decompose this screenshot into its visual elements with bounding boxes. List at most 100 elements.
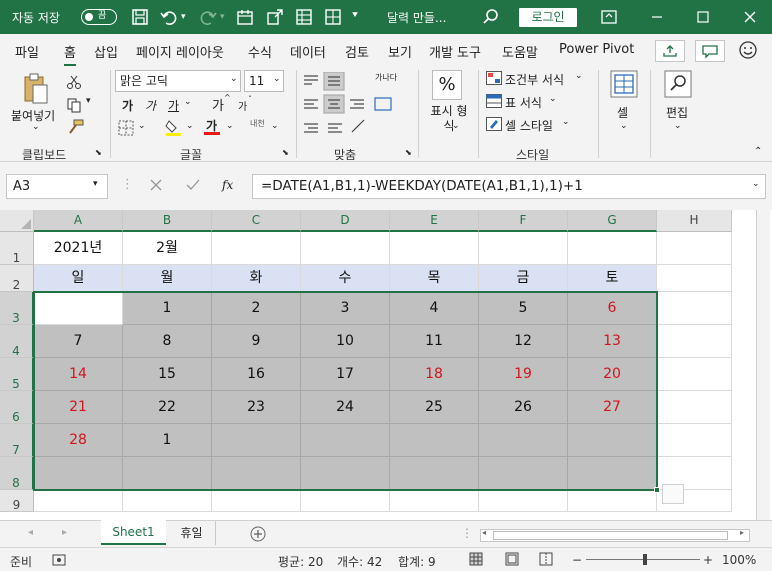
column-header-f[interactable]: F <box>479 210 568 232</box>
cell-a2[interactable]: 일 <box>34 265 123 292</box>
font-color-button[interactable]: 가 <box>204 117 220 137</box>
tab-formulas[interactable]: 수식 <box>248 42 272 61</box>
column-header-e[interactable]: E <box>390 210 479 232</box>
cell-e9[interactable] <box>390 490 479 512</box>
copy-dropdown-icon[interactable]: ▾ <box>86 96 91 106</box>
column-header-a[interactable]: A <box>34 210 123 232</box>
row-header-6[interactable]: 6 <box>0 391 34 424</box>
cell-h4[interactable] <box>657 325 732 358</box>
page-layout-view-icon[interactable] <box>505 552 519 566</box>
cell-styles-dropdown-icon[interactable]: ⌄ <box>562 117 570 127</box>
zoom-slider-thumb[interactable] <box>643 554 647 565</box>
cell-d1[interactable] <box>301 232 390 265</box>
cell-b7[interactable]: 1 <box>123 424 212 457</box>
clipboard-launcher-icon[interactable]: ⬊ <box>95 148 102 157</box>
normal-view-icon[interactable] <box>469 552 483 566</box>
fill-color-icon[interactable] <box>165 118 183 136</box>
cell-e5[interactable]: 18 <box>390 358 479 391</box>
status-average[interactable]: 평균: 20 <box>278 553 323 570</box>
cell-g7[interactable] <box>568 424 657 457</box>
cell-h5[interactable] <box>657 358 732 391</box>
column-header-d[interactable]: D <box>301 210 390 232</box>
column-header-b[interactable]: B <box>123 210 212 232</box>
borders-dropdown-icon[interactable]: ⌄ <box>138 121 146 131</box>
row-header-8[interactable]: 8 <box>0 457 34 490</box>
column-header-c[interactable]: C <box>212 210 301 232</box>
vertical-scrollbar[interactable] <box>756 210 770 520</box>
tab-data[interactable]: 데이터 <box>290 42 326 61</box>
borders-icon[interactable] <box>118 120 134 136</box>
next-sheet-icon[interactable]: ▸ <box>62 527 67 538</box>
cell-e4[interactable]: 11 <box>390 325 479 358</box>
cell-a7[interactable]: 28 <box>34 424 123 457</box>
grid-icon[interactable] <box>295 8 313 26</box>
cell-a6[interactable]: 21 <box>34 391 123 424</box>
tab-developer[interactable]: 개발 도구 <box>429 42 481 61</box>
font-color-dropdown-icon[interactable]: ⌄ <box>226 121 234 131</box>
cell-g2[interactable]: 토 <box>568 265 657 292</box>
phonetic-dropdown-icon[interactable]: ⌄ <box>271 121 279 131</box>
copy-icon[interactable] <box>66 97 82 113</box>
cell-f3[interactable]: 5 <box>479 292 568 325</box>
cell-f4[interactable]: 12 <box>479 325 568 358</box>
font-launcher-icon[interactable]: ⬊ <box>282 148 289 157</box>
export-icon[interactable] <box>266 8 284 26</box>
grow-font-button[interactable]: 가 <box>212 95 224 114</box>
row-header-1[interactable]: 1 <box>0 232 34 265</box>
cell-d3[interactable]: 3 <box>301 292 390 325</box>
cell-a8[interactable] <box>34 457 123 490</box>
number-format-button[interactable]: % <box>432 70 462 100</box>
font-name-select[interactable]: 맑은 고딕 <box>115 70 241 92</box>
cell-g8[interactable] <box>568 457 657 490</box>
fill-handle[interactable] <box>654 487 660 493</box>
column-header-h[interactable]: H <box>657 210 732 232</box>
cell-b6[interactable]: 22 <box>123 391 212 424</box>
zoom-level[interactable]: 100% <box>722 553 756 567</box>
cell-d2[interactable]: 수 <box>301 265 390 292</box>
zoom-in-button[interactable]: + <box>703 553 713 567</box>
tab-file[interactable]: 파일 <box>15 42 39 61</box>
cell-styles-button[interactable]: 셀 스타일 <box>505 117 553 134</box>
cell-h1[interactable] <box>657 232 732 265</box>
customize-toolbar-icon[interactable]: ⯆ <box>351 10 359 21</box>
tab-insert[interactable]: 삽입 <box>94 42 118 61</box>
name-box-dropdown-icon[interactable]: ▾ <box>93 179 98 189</box>
scroll-right-icon[interactable]: ▸ <box>740 528 744 537</box>
cell-a4[interactable]: 7 <box>34 325 123 358</box>
comments-icon[interactable] <box>695 40 725 62</box>
font-size-dropdown-icon[interactable]: ⌄ <box>273 74 281 84</box>
cell-b8[interactable] <box>123 457 212 490</box>
tab-help[interactable]: 도움말 <box>502 42 538 61</box>
scrollbar-thumb[interactable] <box>493 531 728 540</box>
conditional-format-dropdown-icon[interactable]: ⌄ <box>575 71 583 81</box>
cell-c5[interactable]: 16 <box>212 358 301 391</box>
cell-f6[interactable]: 26 <box>479 391 568 424</box>
redo-icon[interactable] <box>199 8 217 26</box>
shrink-font-button[interactable]: 가 <box>238 98 247 113</box>
cell-g9[interactable] <box>568 490 657 512</box>
cell-e8[interactable] <box>390 457 479 490</box>
grow-font-icon[interactable]: ^ <box>224 93 231 102</box>
fill-color-dropdown-icon[interactable]: ⌄ <box>186 121 194 131</box>
format-as-table-button[interactable]: 표 서식 <box>505 94 542 111</box>
cell-d7[interactable] <box>301 424 390 457</box>
cell-e7[interactable] <box>390 424 479 457</box>
cut-icon[interactable] <box>66 74 82 90</box>
enter-icon[interactable] <box>186 179 200 191</box>
cell-c1[interactable] <box>212 232 301 265</box>
cell-a1[interactable]: 2021년 <box>34 232 123 265</box>
row-header-5[interactable]: 5 <box>0 358 34 391</box>
collapse-ribbon-icon[interactable]: ⌃ <box>754 146 762 157</box>
tab-review[interactable]: 검토 <box>345 42 369 61</box>
cell-g1[interactable] <box>568 232 657 265</box>
number-format-dropdown-icon[interactable]: ⌄ <box>452 121 460 131</box>
cell-g6[interactable]: 27 <box>568 391 657 424</box>
share-icon[interactable] <box>655 40 685 62</box>
row-header-7[interactable]: 7 <box>0 424 34 457</box>
cell-f5[interactable]: 19 <box>479 358 568 391</box>
row-header-9[interactable]: 9 <box>0 490 34 512</box>
number-format-label[interactable]: 표시 형식 <box>427 104 471 134</box>
formula-input[interactable]: =DATE(A1,B1,1)-WEEKDAY(DATE(A1,B1,1),1)+… <box>252 174 766 199</box>
format-as-table-icon[interactable] <box>486 94 502 108</box>
wrap-text-button[interactable]: 가나다 <box>375 72 397 83</box>
